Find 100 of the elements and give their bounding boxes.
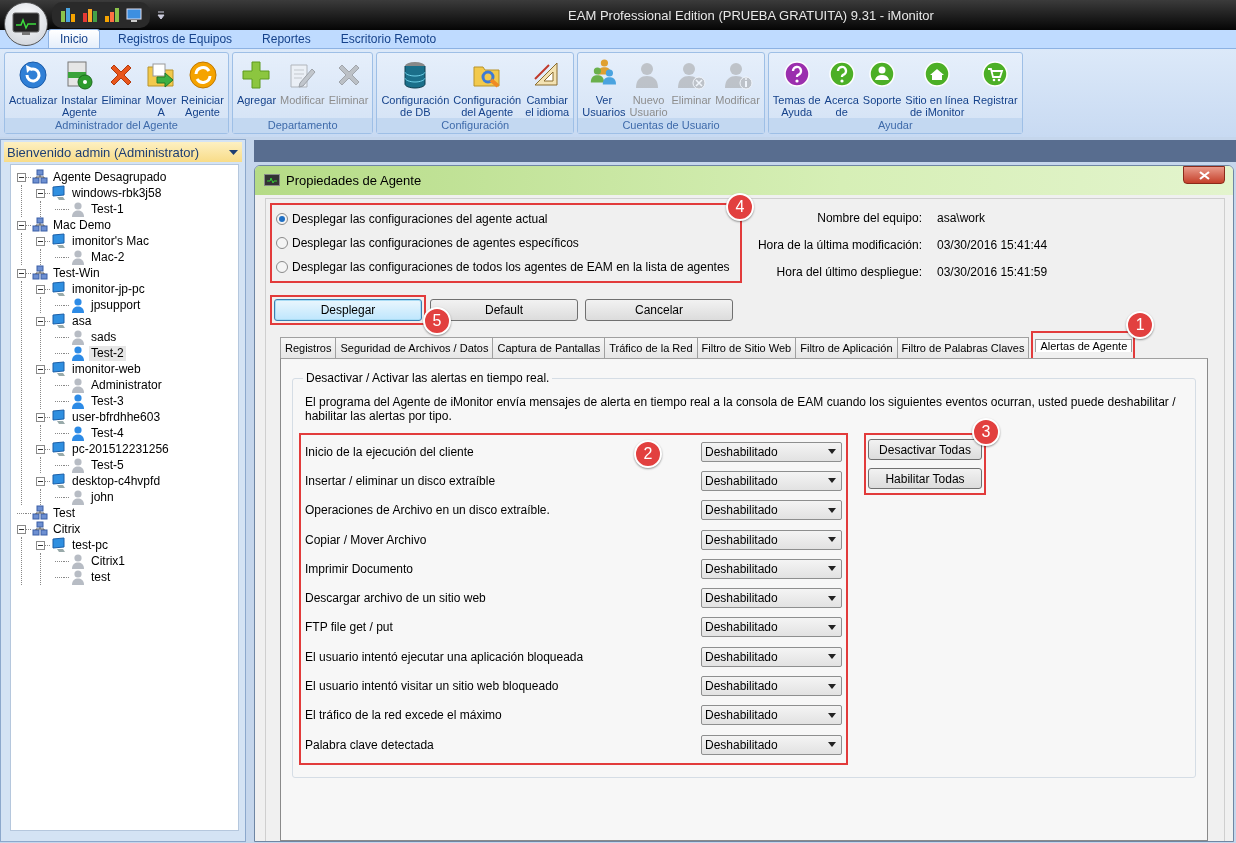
- tree-item[interactable]: Citrix1: [89, 553, 127, 569]
- radio-label: Desplegar las configuraciones de todos los agentes de EAM en la lista de agentes: [292, 260, 730, 274]
- callout-badge: 1: [1126, 311, 1155, 339]
- tree-item[interactable]: asa: [70, 313, 94, 329]
- dialog-button[interactable]: Desactivar Todas: [868, 439, 982, 460]
- user-selector[interactable]: Bienvenido admin (Administrator): [4, 142, 242, 162]
- alert-label: El usuario intentó ejecutar una aplicación bloqueada: [305, 649, 584, 664]
- alert-dropdown[interactable]: Deshabilitado: [701, 500, 842, 521]
- tab[interactable]: Filtro de Sitio Web: [696, 337, 797, 358]
- group-box-title: Desactivar / Activar las alertas en tiempo real.: [305, 371, 551, 385]
- alert-dropdown[interactable]: Deshabilitado: [701, 617, 842, 638]
- alert-label: Operaciones de Archivo en un disco extraíble.: [305, 503, 550, 518]
- callout-badge: 3: [972, 418, 1000, 446]
- alert-label: Imprimir Documento: [305, 561, 414, 576]
- ribbon-button[interactable]: Actualizar: [7, 55, 60, 118]
- radio-label: Desplegar las configuraciones del agente actual: [292, 212, 548, 226]
- group-label: Ayudar: [768, 118, 1022, 133]
- tree-item[interactable]: test-pc: [70, 537, 110, 553]
- dialog-button[interactable]: Desplegar: [274, 299, 422, 321]
- ribbon-tab[interactable]: Reportes: [250, 29, 323, 48]
- ribbon-button[interactable]: Instalar Agente: [59, 55, 100, 118]
- ribbon-button[interactable]: Reiniciar Agente: [179, 55, 226, 118]
- alert-label: El usuario intentó visitar un sitio web bloqueado: [305, 679, 559, 693]
- info-label: Hora de la última modificación:: [756, 237, 922, 254]
- alert-label: Inicio de la ejecución del cliente: [305, 444, 474, 459]
- tab[interactable]: Seguridad de Archivos / Datos: [335, 337, 494, 358]
- ribbon-button[interactable]: Soporte: [860, 55, 904, 118]
- tree-item[interactable]: desktop-c4hvpfd: [70, 473, 163, 489]
- alert-label: Copiar / Mover Archivo: [305, 532, 427, 547]
- tree-item[interactable]: Administrator: [89, 377, 164, 393]
- tab[interactable]: Filtro de Aplicación: [795, 337, 898, 358]
- alert-dropdown[interactable]: Deshabilitado: [701, 705, 842, 726]
- info-value: asa\work: [937, 210, 987, 227]
- tree-item[interactable]: Mac Demo: [51, 217, 113, 233]
- tree-item[interactable]: sads: [89, 329, 119, 345]
- alert-dropdown[interactable]: Deshabilitado: [701, 558, 842, 579]
- tree-item[interactable]: jpsupport: [89, 297, 143, 313]
- tab[interactable]: Registros: [280, 337, 337, 358]
- tree-item[interactable]: Test-5: [89, 457, 126, 473]
- alert-dropdown[interactable]: Deshabilitado: [701, 529, 842, 550]
- alert-dropdown[interactable]: Deshabilitado: [701, 734, 842, 755]
- ribbon-button[interactable]: Ver Usuarios: [580, 55, 628, 118]
- tab[interactable]: Alertas de Agente: [1035, 339, 1133, 352]
- alert-dropdown[interactable]: Deshabilitado: [701, 646, 842, 667]
- ribbon-button[interactable]: Agregar: [234, 55, 279, 118]
- alert-label: El tráfico de la red excede el máximo: [305, 708, 502, 723]
- tab[interactable]: Tráfico de la Red: [604, 337, 698, 358]
- alert-label: Palabra clave detectada: [305, 737, 434, 752]
- tree-item[interactable]: Test: [51, 505, 77, 521]
- alert-dropdown[interactable]: Deshabilitado: [701, 470, 842, 491]
- group-label: Configuración: [377, 118, 574, 133]
- callout-badge: 5: [423, 307, 451, 335]
- dialog-button[interactable]: Cancelar: [585, 299, 733, 321]
- alert-dropdown[interactable]: Deshabilitado: [701, 588, 842, 609]
- ribbon-tab[interactable]: Registros de Equipos: [106, 29, 245, 48]
- tree-item[interactable]: imonitor-web: [70, 361, 143, 377]
- dialog-button[interactable]: Habilitar Todas: [868, 468, 982, 489]
- tree-item[interactable]: Test-1: [89, 201, 126, 217]
- tree-item[interactable]: Test-4: [89, 425, 126, 441]
- ribbon-button[interactable]: Acerca de: [822, 55, 861, 118]
- ribbon-button[interactable]: Temas de Ayuda: [770, 55, 823, 118]
- tree-item[interactable]: pc-201512231256: [70, 441, 171, 457]
- ribbon-button[interactable]: Mover A: [143, 55, 180, 118]
- tree-item[interactable]: imonitor-jp-pc: [70, 281, 147, 297]
- tree-item[interactable]: windows-rbk3j58: [70, 185, 164, 201]
- alert-dropdown[interactable]: Deshabilitado: [701, 441, 842, 462]
- alert-label: FTP file get / put: [305, 620, 393, 635]
- tree-item[interactable]: imonitor's Mac: [70, 233, 151, 249]
- ribbon-tab[interactable]: Inicio: [48, 29, 100, 48]
- info-value: 03/30/2016 15:41:44: [937, 237, 1048, 254]
- tree-item[interactable]: Mac-2: [89, 249, 127, 265]
- tree-item[interactable]: test: [89, 569, 113, 585]
- tree-item[interactable]: user-bfrdhhe603: [70, 409, 163, 425]
- ribbon-button[interactable]: Registrar: [970, 55, 1020, 118]
- tab[interactable]: Filtro de Palabras Claves: [896, 337, 1030, 358]
- group-label: Cuentas de Usuario: [578, 118, 764, 133]
- ribbon-button[interactable]: Configuración de DB: [379, 55, 452, 118]
- radio-label: Desplegar las configuraciones de agentes específicos: [292, 236, 579, 250]
- tree-item[interactable]: Test-3: [89, 393, 126, 409]
- info-label: Nombre del equipo:: [816, 210, 922, 227]
- tab[interactable]: Captura de Pantallas: [492, 337, 606, 358]
- ribbon-button[interactable]: Eliminar: [99, 55, 144, 118]
- tree-item[interactable]: john: [89, 489, 116, 505]
- alert-dropdown[interactable]: Deshabilitado: [701, 676, 842, 696]
- ribbon-button[interactable]: Sitio en línea de iMonitor: [903, 55, 971, 118]
- info-value: 03/30/2016 15:41:59: [937, 264, 1048, 281]
- ribbon-button[interactable]: Cambiar el idioma: [523, 55, 572, 118]
- ribbon-button[interactable]: Configuración del Agente: [451, 55, 524, 118]
- tree-item[interactable]: Test-2: [89, 345, 126, 361]
- tree-item[interactable]: Test-Win: [51, 265, 102, 281]
- dialog-title: Propiedades de Agente: [286, 173, 423, 188]
- tree-item[interactable]: Citrix: [51, 521, 83, 537]
- window-title: EAM Professional Edition (PRUEBA GRATUITA) 9.31 - iMonitor: [567, 7, 935, 23]
- info-label: Hora del último despliegue:: [775, 264, 922, 281]
- tree-item[interactable]: Agente Desagrupado: [51, 169, 169, 185]
- ribbon-tab[interactable]: Escritorio Remoto: [328, 29, 449, 48]
- group-label: Administrador del Agente: [5, 118, 228, 133]
- alert-label: Insertar / eliminar un disco extraíble: [305, 473, 496, 488]
- callout-badge: 4: [726, 193, 754, 221]
- alert-label: Descargar archivo de un sitio web: [305, 591, 486, 606]
